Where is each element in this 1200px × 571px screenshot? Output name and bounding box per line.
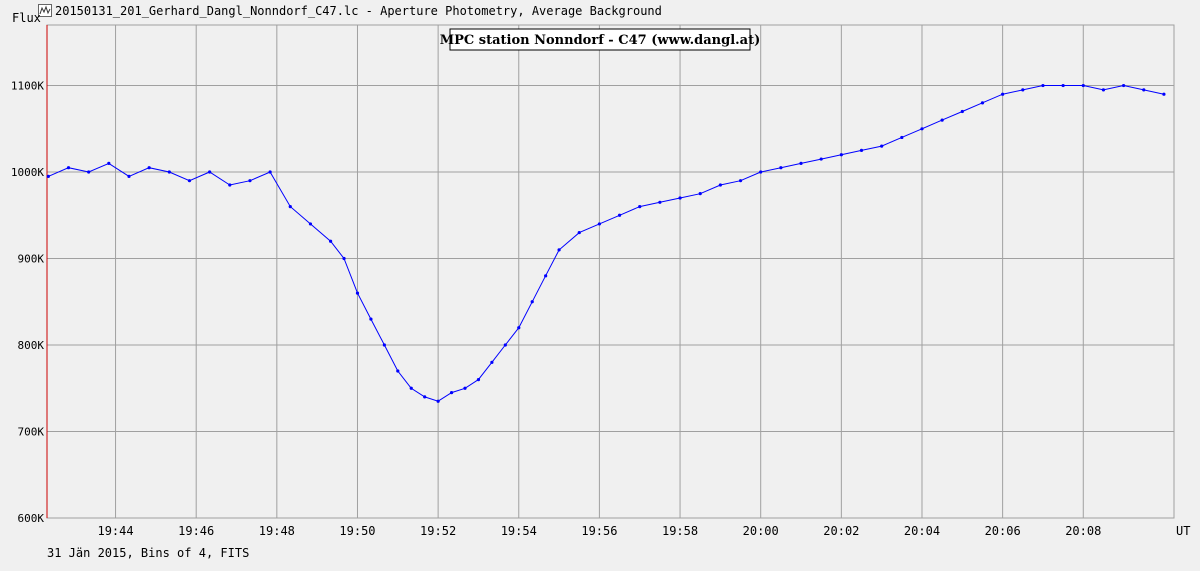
x-tick-label: 19:56 bbox=[581, 524, 617, 538]
data-point bbox=[1162, 92, 1166, 96]
data-point bbox=[503, 343, 507, 347]
data-point bbox=[369, 317, 373, 321]
data-point bbox=[476, 378, 481, 382]
data-point bbox=[187, 179, 192, 183]
footer-info: 31 Jän 2015, Bins of 4, FITS bbox=[47, 546, 250, 560]
data-point bbox=[127, 174, 131, 178]
data-point bbox=[678, 196, 682, 200]
data-point bbox=[557, 248, 561, 252]
x-tick-label: 19:50 bbox=[339, 524, 375, 538]
data-point bbox=[779, 166, 783, 170]
data-point bbox=[960, 109, 964, 114]
data-point bbox=[107, 161, 111, 165]
data-point bbox=[268, 170, 272, 174]
x-tick-label: 20:00 bbox=[743, 524, 779, 538]
data-point bbox=[900, 135, 904, 140]
data-point bbox=[1061, 83, 1065, 88]
x-tick-label: 19:46 bbox=[178, 524, 214, 538]
x-tick-label: 19:54 bbox=[501, 524, 537, 538]
y-tick-label: 800K bbox=[18, 339, 45, 352]
data-point bbox=[1142, 88, 1146, 92]
data-point bbox=[1041, 83, 1045, 88]
data-point bbox=[544, 274, 548, 278]
data-point bbox=[288, 205, 292, 209]
data-point bbox=[449, 390, 454, 395]
x-tick-label: 19:48 bbox=[259, 524, 295, 538]
data-point bbox=[839, 153, 843, 157]
data-point bbox=[920, 127, 924, 131]
data-point bbox=[423, 395, 427, 399]
y-tick-label: 900K bbox=[18, 253, 45, 266]
x-tick-label: 20:08 bbox=[1065, 524, 1101, 538]
x-tick-label: 19:52 bbox=[420, 524, 456, 538]
data-point bbox=[382, 343, 386, 347]
data-point bbox=[1001, 92, 1005, 96]
x-tick-label: 20:06 bbox=[985, 524, 1021, 538]
x-axis-ticks: 19:44 19:46 19:48 19:50 19:52 19:54 19:56 19:58… bbox=[97, 524, 1101, 538]
data-point bbox=[819, 157, 823, 161]
data-point bbox=[66, 166, 71, 170]
data-point bbox=[597, 222, 602, 226]
data-point bbox=[248, 179, 252, 183]
y-axis-ticks: 600K 700K 800K 900K 1000K 1100K bbox=[11, 80, 44, 525]
data-point bbox=[880, 144, 884, 148]
data-point bbox=[409, 386, 413, 390]
data-point bbox=[759, 170, 763, 174]
data-point bbox=[355, 291, 360, 295]
data-point bbox=[859, 148, 864, 153]
chart-title: MPC station Nonndorf - C47 (www.dangl.at… bbox=[440, 33, 761, 48]
data-point bbox=[436, 399, 440, 403]
data-point bbox=[87, 170, 91, 174]
data-point bbox=[147, 166, 151, 170]
x-axis-unit-label: UT bbox=[1176, 524, 1190, 538]
data-point bbox=[530, 300, 534, 304]
data-point bbox=[328, 239, 333, 243]
data-point bbox=[463, 386, 467, 390]
chart-title-box: MPC station Nonndorf - C47 (www.dangl.at… bbox=[440, 28, 761, 51]
data-point bbox=[698, 192, 702, 196]
data-point bbox=[1121, 83, 1126, 88]
data-point bbox=[208, 170, 212, 174]
data-point bbox=[167, 170, 171, 174]
data-point bbox=[342, 256, 346, 261]
data-point bbox=[658, 200, 662, 204]
data-point bbox=[738, 179, 743, 183]
data-point bbox=[799, 161, 803, 165]
y-tick-label: 1100K bbox=[11, 80, 44, 93]
x-tick-label: 19:58 bbox=[662, 524, 698, 538]
y-axis-label: Flux bbox=[12, 11, 41, 25]
y-tick-label: 600K bbox=[18, 512, 45, 525]
data-point bbox=[308, 222, 313, 226]
data-point bbox=[46, 174, 50, 178]
data-point bbox=[228, 183, 232, 187]
lightcurve-chart: 600K700K800K900K1000K1100K 19:44 19:46 19:… bbox=[11, 24, 1190, 538]
data-point bbox=[1101, 88, 1106, 92]
x-tick-label: 20:04 bbox=[904, 524, 940, 538]
data-point bbox=[980, 101, 985, 105]
x-tick-label: 19:44 bbox=[97, 524, 133, 538]
y-tick-label: 700K bbox=[18, 426, 45, 439]
data-point bbox=[718, 183, 722, 187]
data-point bbox=[1021, 88, 1025, 92]
data-point bbox=[577, 230, 581, 235]
y-tick-label: 1000K bbox=[11, 166, 44, 179]
data-point bbox=[1081, 83, 1085, 88]
data-point bbox=[617, 213, 622, 217]
data-point bbox=[490, 360, 494, 364]
data-point bbox=[638, 205, 642, 209]
x-tick-label: 20:02 bbox=[823, 524, 859, 538]
data-point bbox=[517, 326, 521, 330]
plot-area bbox=[46, 24, 1175, 519]
window-title: 20150131_201_Gerhard_Dangl_Nonndorf_C47.… bbox=[55, 4, 662, 18]
data-point bbox=[940, 118, 944, 122]
data-point bbox=[396, 369, 400, 373]
